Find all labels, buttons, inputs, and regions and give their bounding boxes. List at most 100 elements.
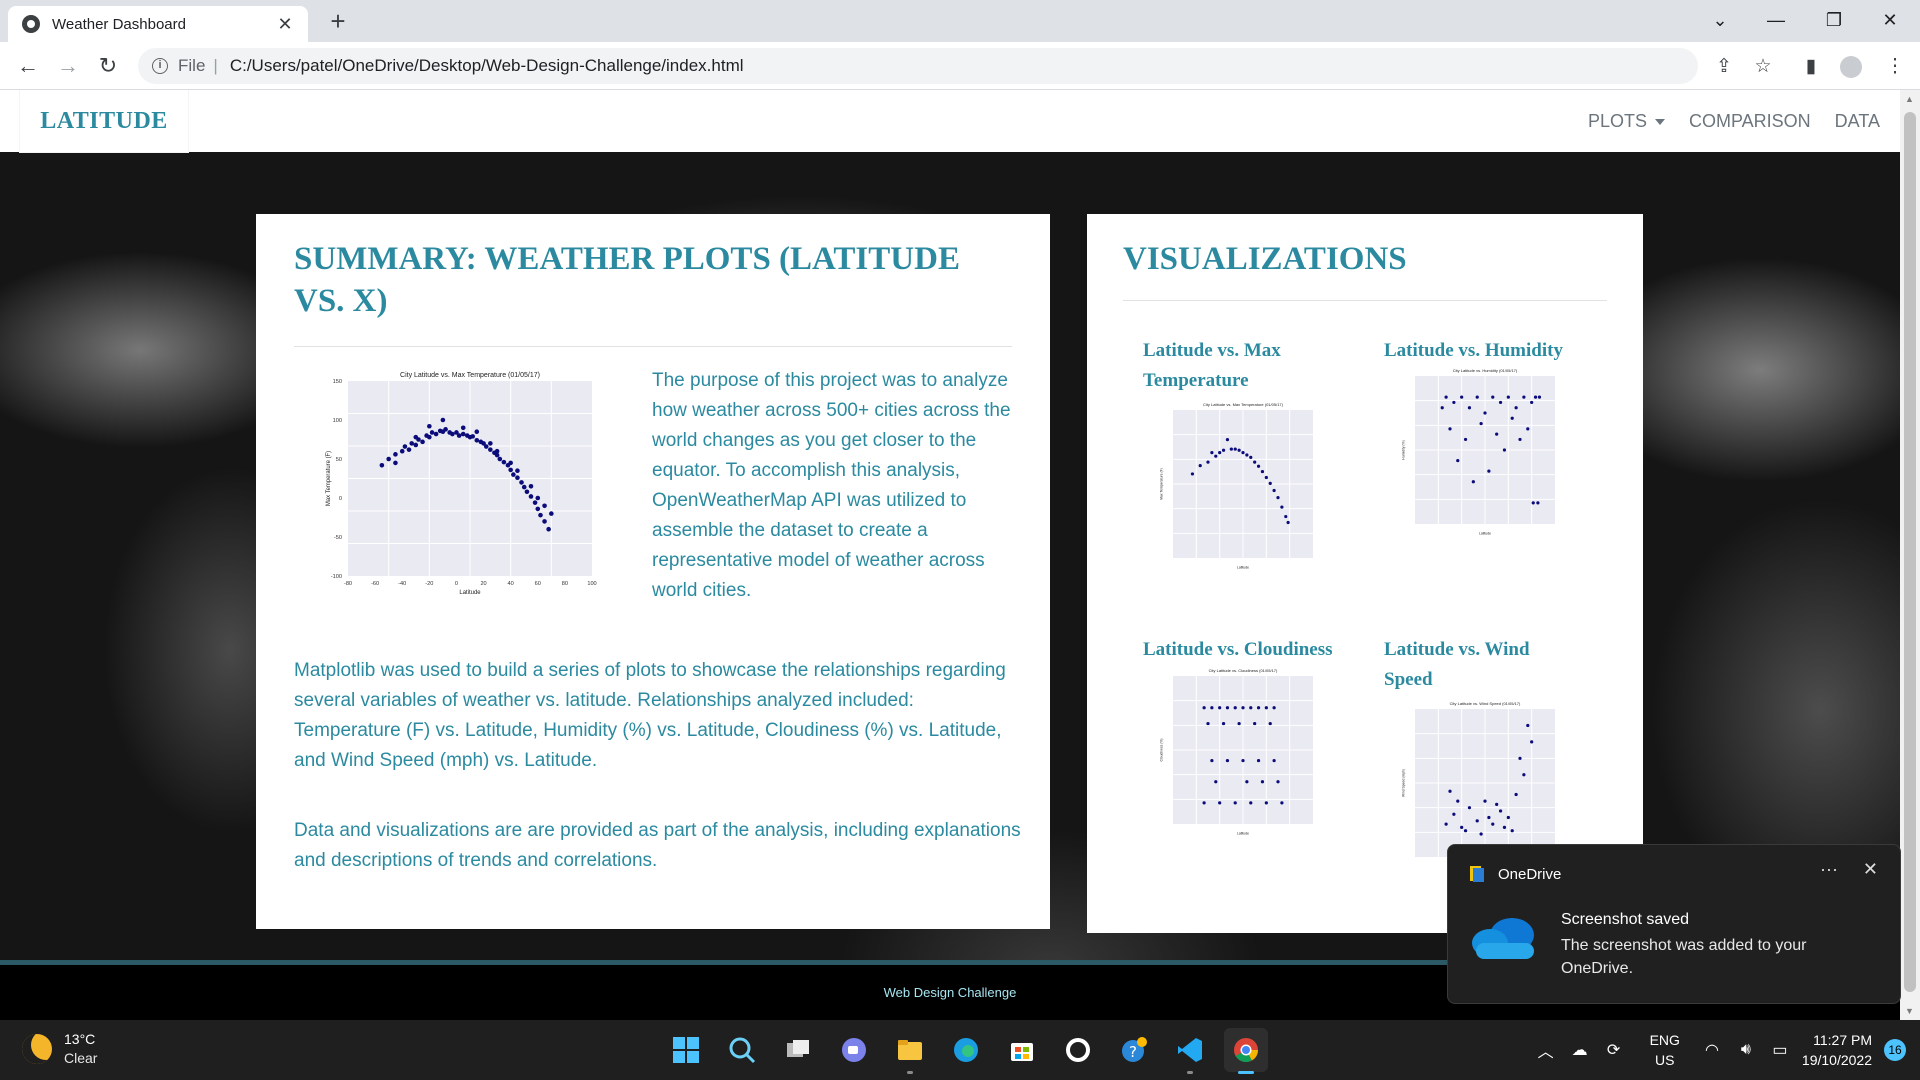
reload-icon[interactable]: ↻ <box>92 50 124 82</box>
max-temp-plot-image[interactable]: City Latitude vs. Max Temperature (01/05… <box>306 369 616 604</box>
data-point <box>1276 780 1280 784</box>
scroll-down-icon[interactable]: ▼ <box>1905 1006 1914 1016</box>
weather-widget[interactable]: 13°C Clear <box>22 1030 97 1068</box>
data-point <box>402 444 408 449</box>
forward-icon[interactable]: → <box>52 50 84 82</box>
toast-title: Screenshot saved <box>1561 911 1690 928</box>
battery-icon[interactable]: ▭ <box>1768 1040 1792 1060</box>
data-point <box>519 480 524 485</box>
address-bar[interactable]: i File | C:/Users/patel/OneDrive/Desktop… <box>138 48 1698 84</box>
menu-icon[interactable]: ⋮ <box>1884 56 1906 78</box>
data-point <box>1460 825 1464 829</box>
data-point <box>1495 802 1499 806</box>
data-point <box>1537 395 1542 399</box>
start-button[interactable] <box>664 1028 708 1072</box>
close-window-icon[interactable]: ✕ <box>1862 0 1918 40</box>
data-point <box>1475 819 1479 823</box>
humidity-thumbnail[interactable]: City Latitude vs. Humidity (01/05/17) Lat… <box>1387 366 1563 546</box>
data-point <box>1491 822 1495 826</box>
edge-button[interactable] <box>944 1028 988 1072</box>
data-point <box>1475 395 1479 399</box>
wifi-icon[interactable]: ◠ <box>1700 1040 1724 1060</box>
search-button[interactable] <box>720 1028 764 1072</box>
data-point <box>1268 481 1272 486</box>
data-point <box>1210 706 1214 710</box>
info-icon[interactable]: i <box>152 58 168 74</box>
store-button[interactable] <box>1000 1028 1044 1072</box>
data-point <box>528 484 534 489</box>
viz-title-max-temp[interactable]: Latitude vs. Max Temperature <box>1143 336 1313 396</box>
viz-title-cloudiness[interactable]: Latitude vs. Cloudiness <box>1143 635 1373 665</box>
data-point <box>1245 780 1249 784</box>
notification-badge[interactable]: 16 <box>1884 1039 1906 1061</box>
share-icon[interactable]: ⇪ <box>1713 56 1735 78</box>
chrome-button[interactable] <box>1224 1028 1268 1074</box>
region-code: US <box>1655 1052 1675 1068</box>
scroll-up-icon[interactable]: ▲ <box>1905 94 1914 104</box>
data-point <box>497 456 503 462</box>
cloudiness-thumbnail[interactable]: City Latitude vs. Cloudiness (01/05/17) L… <box>1145 666 1321 846</box>
nav-links: PLOTS COMPARISON DATA <box>1588 90 1880 152</box>
sync-icon[interactable]: ⟳ <box>1602 1040 1626 1060</box>
tips-button[interactable]: ? <box>1112 1028 1156 1072</box>
data-point <box>1510 829 1514 833</box>
clock-time: 11:27 PM <box>1813 1032 1872 1048</box>
profile-icon[interactable] <box>1840 56 1862 78</box>
vscode-button[interactable] <box>1168 1028 1212 1074</box>
github-desktop-button[interactable] <box>1056 1028 1100 1072</box>
file-explorer-button[interactable] <box>888 1028 932 1074</box>
data-point <box>488 441 493 446</box>
tab-search-icon[interactable]: ⌄ <box>1692 0 1748 40</box>
data-point <box>1530 740 1534 744</box>
data-point <box>474 437 480 443</box>
data-point <box>1518 756 1522 760</box>
browser-tab-bar: Weather Dashboard ✕ + ⌄ — ❐ ✕ <box>0 0 1920 42</box>
x-axis-label: Latitude <box>459 590 481 596</box>
data-point <box>1218 801 1222 805</box>
site-brand[interactable]: LATITUDE <box>20 90 188 152</box>
toast-app-name: OneDrive <box>1498 865 1562 883</box>
summary-heading: SUMMARY: WEATHER PLOTS (LATITUDE VS. X) <box>294 241 960 319</box>
scrollbar-thumb[interactable] <box>1904 112 1916 992</box>
data-point <box>1225 706 1230 710</box>
x-tick-label: -40 <box>398 581 406 587</box>
y-tick-label: -100 <box>331 574 342 580</box>
max-temp-thumbnail[interactable]: City Latitude vs. Max Temperature (01/05… <box>1145 400 1321 580</box>
viz-title-humidity[interactable]: Latitude vs. Humidity <box>1384 336 1614 366</box>
summary-card: SUMMARY: WEATHER PLOTS (LATITUDE VS. X) … <box>256 214 1050 929</box>
browser-tab[interactable]: Weather Dashboard ✕ <box>8 6 308 42</box>
page-scrollbar[interactable]: ▲ ▼ <box>1900 90 1920 1020</box>
weather-temperature: 13°C <box>64 1031 96 1047</box>
minimize-icon[interactable]: — <box>1748 0 1804 40</box>
nav-comparison[interactable]: COMPARISON <box>1689 111 1811 132</box>
x-tick-label: 60 <box>535 581 541 587</box>
onedrive-tray-icon[interactable]: ☁ <box>1568 1040 1592 1060</box>
data-point <box>427 423 432 429</box>
url-text: C:/Users/patel/OneDrive/Desktop/Web-Desi… <box>229 56 744 75</box>
close-notification-icon[interactable]: ✕ <box>1863 859 1878 880</box>
data-point <box>1264 475 1268 480</box>
side-panel-icon[interactable]: ▮ <box>1800 56 1822 78</box>
viz-title-wind-speed[interactable]: Latitude vs. Wind Speed <box>1384 635 1564 695</box>
nav-plots-dropdown[interactable]: PLOTS <box>1588 111 1665 132</box>
nav-data[interactable]: DATA <box>1835 111 1880 132</box>
task-view-button[interactable] <box>776 1028 820 1072</box>
volume-icon[interactable]: 🔊︎ <box>1734 1041 1758 1059</box>
teams-chat-button[interactable] <box>832 1028 876 1072</box>
data-point <box>1233 447 1237 451</box>
bookmark-star-icon[interactable]: ☆ <box>1752 56 1774 78</box>
back-icon[interactable]: ← <box>12 50 44 82</box>
restore-icon[interactable]: ❐ <box>1806 0 1862 40</box>
close-tab-button[interactable]: ✕ <box>274 14 296 35</box>
new-tab-button[interactable]: + <box>322 6 354 38</box>
clock[interactable]: 11:27 PM 19/10/2022 <box>1802 1030 1872 1070</box>
data-point <box>1249 706 1253 710</box>
data-point <box>399 448 405 454</box>
more-options-icon[interactable]: ··· <box>1820 859 1838 880</box>
data-point <box>1483 799 1487 803</box>
language-indicator[interactable]: ENG US <box>1650 1030 1680 1070</box>
chevron-up-icon[interactable]: ︿ <box>1534 1038 1558 1062</box>
chrome-icon <box>1234 1038 1258 1063</box>
data-point <box>460 431 466 437</box>
onedrive-notification[interactable]: OneDrive ··· ✕ Screenshot saved The scre… <box>1447 844 1901 1004</box>
